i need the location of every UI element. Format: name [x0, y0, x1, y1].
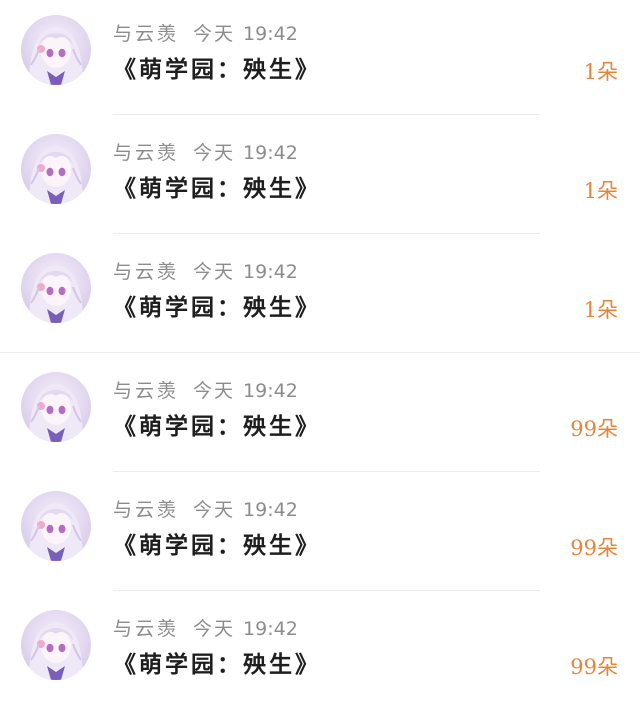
record-time: 19:42 [243, 499, 298, 521]
sender-name[interactable]: 与云羡 [113, 380, 179, 402]
record-meta: 与云羡 今天 19:42 [113, 260, 298, 284]
record-time: 19:42 [243, 380, 298, 402]
anime-girl-avatar-icon [29, 503, 83, 561]
book-title[interactable]: 《萌学园：殃生》 [113, 411, 321, 443]
sender-name[interactable]: 与云羡 [113, 142, 179, 164]
flower-amount: 1朵 [583, 298, 618, 322]
record-meta: 与云羡 今天 19:42 [113, 617, 298, 641]
user-avatar[interactable] [21, 253, 91, 323]
user-avatar[interactable] [21, 610, 91, 680]
row-divider [113, 590, 540, 591]
record-time: 19:42 [243, 142, 298, 164]
record-meta: 与云羡 今天 19:42 [113, 22, 298, 46]
list-item[interactable]: 与云羡 今天 19:42 《萌学园：殃生》 99朵 [0, 476, 640, 595]
flower-amount: 99朵 [570, 536, 618, 560]
record-day: 今天 [193, 380, 236, 402]
gift-record-list: 与云羡 今天 19:42 《萌学园：殃生》 1朵 与云羡 今天 19:42 《萌学园：殃… [0, 0, 640, 709]
record-meta: 与云羡 今天 19:42 [113, 379, 298, 403]
anime-girl-avatar-icon [29, 384, 83, 442]
sender-name[interactable]: 与云羡 [113, 261, 179, 283]
anime-girl-avatar-icon [29, 146, 83, 204]
anime-girl-avatar-icon [29, 265, 83, 323]
row-divider [113, 114, 540, 115]
user-avatar[interactable] [21, 15, 91, 85]
user-avatar[interactable] [21, 134, 91, 204]
record-day: 今天 [193, 23, 236, 45]
sender-name[interactable]: 与云羡 [113, 618, 179, 640]
user-avatar[interactable] [21, 491, 91, 561]
flower-amount: 99朵 [570, 655, 618, 679]
book-title[interactable]: 《萌学园：殃生》 [113, 530, 321, 562]
record-day: 今天 [193, 142, 236, 164]
list-item[interactable]: 与云羡 今天 19:42 《萌学园：殃生》 1朵 [0, 119, 640, 238]
list-item[interactable]: 与云羡 今天 19:42 《萌学园：殃生》 99朵 [0, 595, 640, 709]
book-title[interactable]: 《萌学园：殃生》 [113, 649, 321, 681]
record-meta: 与云羡 今天 19:42 [113, 498, 298, 522]
list-item[interactable]: 与云羡 今天 19:42 《萌学园：殃生》 1朵 [0, 0, 640, 119]
row-divider [113, 471, 540, 472]
record-day: 今天 [193, 618, 236, 640]
record-time: 19:42 [243, 618, 298, 640]
sender-name[interactable]: 与云羡 [113, 23, 179, 45]
book-title[interactable]: 《萌学园：殃生》 [113, 292, 321, 324]
flower-amount: 99朵 [570, 417, 618, 441]
flower-amount: 1朵 [583, 179, 618, 203]
record-meta: 与云羡 今天 19:42 [113, 141, 298, 165]
record-time: 19:42 [243, 261, 298, 283]
list-item[interactable]: 与云羡 今天 19:42 《萌学园：殃生》 1朵 [0, 238, 640, 357]
book-title[interactable]: 《萌学园：殃生》 [113, 54, 321, 86]
user-avatar[interactable] [21, 372, 91, 442]
book-title[interactable]: 《萌学园：殃生》 [113, 173, 321, 205]
sender-name[interactable]: 与云羡 [113, 499, 179, 521]
anime-girl-avatar-icon [29, 27, 83, 85]
row-divider [113, 233, 540, 234]
row-divider [0, 352, 640, 353]
record-day: 今天 [193, 261, 236, 283]
record-time: 19:42 [243, 23, 298, 45]
list-item[interactable]: 与云羡 今天 19:42 《萌学园：殃生》 99朵 [0, 357, 640, 476]
flower-amount: 1朵 [583, 60, 618, 84]
record-day: 今天 [193, 499, 236, 521]
anime-girl-avatar-icon [29, 622, 83, 680]
